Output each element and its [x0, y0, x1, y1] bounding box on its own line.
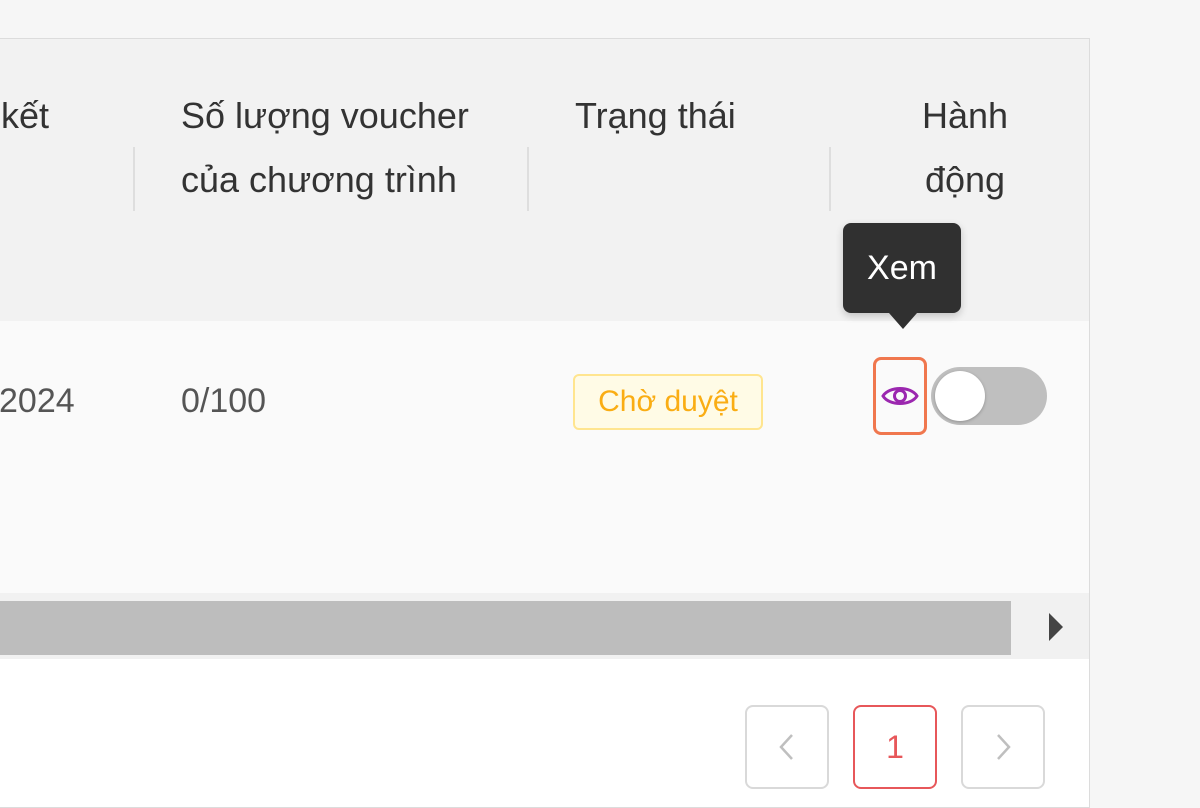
end-date-cell: 2024 [0, 382, 75, 420]
scrollbar-thumb[interactable] [0, 601, 1011, 655]
column-header-voucher-quantity[interactable]: Số lượng voucher của chương trình [181, 84, 511, 212]
pagination-next-button[interactable] [961, 705, 1045, 789]
view-tooltip: Xem [843, 223, 961, 313]
eye-icon [881, 387, 919, 405]
horizontal-scrollbar[interactable] [0, 593, 1089, 659]
tooltip-arrow [889, 313, 917, 329]
column-separator [527, 147, 529, 211]
voucher-quantity-cell: 0/100 [181, 382, 267, 420]
voucher-program-table-card: kết Số lượng voucher của chương trình Tr… [0, 38, 1090, 808]
column-separator [829, 147, 831, 211]
chevron-left-icon [779, 734, 793, 760]
column-header-action: Hành động [921, 95, 1009, 200]
caret-right-icon[interactable] [1049, 613, 1063, 641]
column-header-end-date[interactable]: kết [1, 84, 49, 148]
chevron-right-icon [997, 734, 1011, 760]
toggle-knob [935, 371, 985, 421]
column-header-status[interactable]: Trạng thái [575, 84, 736, 148]
column-separator [133, 147, 135, 211]
status-badge: Chờ duyệt [573, 374, 763, 430]
pagination-prev-button[interactable] [745, 705, 829, 789]
pagination-page-1[interactable]: 1 [853, 705, 937, 789]
view-button[interactable] [873, 357, 927, 435]
status-toggle-switch[interactable] [931, 367, 1047, 425]
table-row: 2024 0/100 Chờ duyệt [0, 321, 1089, 593]
